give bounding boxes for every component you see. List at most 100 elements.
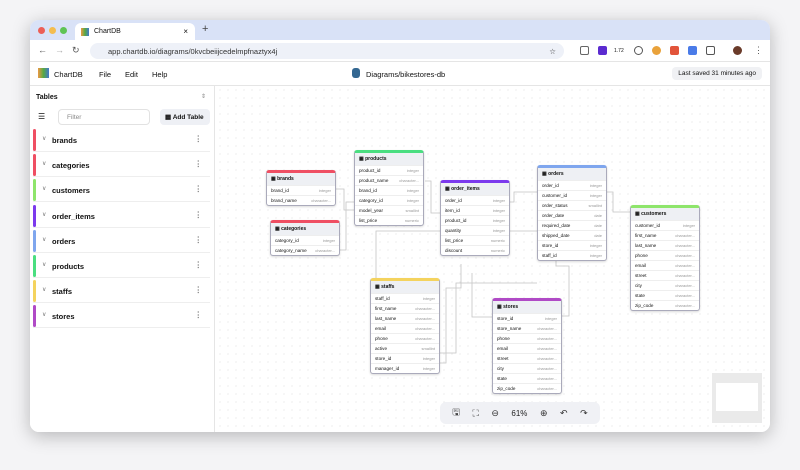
table-field[interactable]: active smallint	[371, 343, 439, 353]
zoom-out-icon[interactable]: ⊖	[491, 408, 499, 419]
eye-off-icon[interactable]	[634, 46, 643, 55]
menu-help[interactable]: Help	[152, 70, 167, 79]
table-field[interactable]: category_id integer	[355, 195, 423, 205]
cookie-icon[interactable]	[652, 46, 661, 55]
zoom-in-icon[interactable]: ⊕	[540, 408, 548, 419]
table-field[interactable]: first_name character...	[371, 303, 439, 313]
table-field[interactable]: model_year smallint	[355, 205, 423, 215]
table-field[interactable]: shipped_date date	[538, 230, 606, 240]
close-tab-icon[interactable]: ×	[183, 27, 188, 36]
more-options-icon[interactable]: ⋮	[195, 235, 203, 244]
table-field[interactable]: list_price numeric	[441, 235, 509, 245]
table-field[interactable]: phone character...	[631, 250, 699, 260]
chevron-down-icon[interactable]: ∨	[42, 311, 46, 318]
close-window-button[interactable]	[38, 27, 45, 34]
sidebar-item-customers[interactable]: ∨ customers ⋮	[33, 178, 210, 203]
minimap[interactable]	[712, 373, 762, 423]
menu-file[interactable]: File	[99, 70, 111, 79]
table-field[interactable]: email character...	[631, 260, 699, 270]
table-field[interactable]: order_id integer	[441, 195, 509, 205]
table-field[interactable]: customer_id integer	[631, 220, 699, 230]
table-field[interactable]: store_id integer	[538, 240, 606, 250]
table-field[interactable]: street character...	[493, 353, 561, 363]
table-field[interactable]: order_date date	[538, 210, 606, 220]
reload-icon[interactable]: ↻	[72, 45, 80, 56]
more-options-icon[interactable]: ⋮	[195, 184, 203, 193]
table-node-orders[interactable]: ▦ orders order_id integer customer_id intege…	[537, 165, 607, 261]
diagram-title[interactable]: Diagrams/bikestores-db	[366, 70, 445, 79]
chevron-down-icon[interactable]: ∨	[42, 286, 46, 293]
more-options-icon[interactable]: ⋮	[195, 159, 203, 168]
more-options-icon[interactable]: ⋮	[195, 134, 203, 143]
sidebar-item-categories[interactable]: ∨ categories ⋮	[33, 153, 210, 178]
minimize-window-button[interactable]	[49, 27, 56, 34]
table-node-brands[interactable]: ▦ brands brand_id integer brand_name charact…	[266, 170, 336, 206]
table-node-categories[interactable]: ▦ categories category_id integer category_n…	[270, 220, 340, 256]
table-field[interactable]: email character...	[493, 343, 561, 353]
table-field[interactable]: first_name character...	[631, 230, 699, 240]
menu-edit[interactable]: Edit	[125, 70, 138, 79]
table-field[interactable]: category_name character...	[271, 245, 339, 255]
table-field[interactable]: street character...	[631, 270, 699, 280]
sidebar-item-order_items[interactable]: ∨ order_items ⋮	[33, 204, 210, 228]
collapse-icon[interactable]: ⇕	[201, 93, 206, 100]
chevron-down-icon[interactable]: ∨	[42, 211, 46, 218]
table-field[interactable]: brand_name character...	[267, 195, 335, 205]
camera-icon[interactable]	[580, 46, 589, 55]
table-node-products[interactable]: ▦ products product_id integer product_name c…	[354, 150, 424, 226]
more-options-icon[interactable]: ⋮	[195, 285, 203, 294]
sidebar-item-products[interactable]: ∨ products ⋮	[33, 254, 210, 278]
table-field[interactable]: order_status smallint	[538, 200, 606, 210]
sidebar-item-brands[interactable]: ∨ brands ⋮	[33, 128, 210, 152]
extension-icon[interactable]	[670, 46, 679, 55]
add-table-button[interactable]: ▦ Add Table	[160, 109, 210, 125]
undo-icon[interactable]: ↶	[560, 408, 568, 419]
table-field[interactable]: state character...	[631, 290, 699, 300]
table-field[interactable]: city character...	[631, 280, 699, 290]
table-field[interactable]: list_price numeric	[355, 215, 423, 225]
table-field[interactable]: staff_id integer	[371, 293, 439, 303]
filter-input[interactable]: Filter	[58, 109, 150, 125]
table-field[interactable]: store_id integer	[493, 313, 561, 323]
url-input[interactable]: app.chartdb.io/diagrams/0kvcbeiijcedelmp…	[90, 43, 564, 59]
table-field[interactable]: order_id integer	[538, 180, 606, 190]
table-field[interactable]: last_name character...	[371, 313, 439, 323]
table-field[interactable]: discount numeric	[441, 245, 509, 255]
table-field[interactable]: state character...	[493, 373, 561, 383]
bookmark-star-icon[interactable]: ☆	[549, 47, 556, 56]
table-node-order_items[interactable]: ▦ order_items order_id integer item_id integ…	[440, 180, 510, 256]
chevron-down-icon[interactable]: ∨	[42, 236, 46, 243]
more-options-icon[interactable]: ⋮	[195, 260, 203, 269]
chevron-down-icon[interactable]: ∨	[42, 135, 46, 142]
extension-badge[interactable]: 1.72	[614, 48, 624, 54]
sidebar-item-orders[interactable]: ∨ orders ⋮	[33, 229, 210, 253]
new-tab-button[interactable]: +	[202, 23, 208, 35]
more-options-icon[interactable]: ⋮	[195, 210, 203, 219]
fit-view-icon[interactable]: ⛶	[472, 408, 478, 419]
table-field[interactable]: required_date date	[538, 220, 606, 230]
table-field[interactable]: city character...	[493, 363, 561, 373]
table-field[interactable]: product_name character...	[355, 175, 423, 185]
chevron-down-icon[interactable]: ∨	[42, 261, 46, 268]
sidebar-item-staffs[interactable]: ∨ staffs ⋮	[33, 279, 210, 304]
chevron-down-icon[interactable]: ∨	[42, 185, 46, 192]
translate-icon[interactable]	[688, 46, 697, 55]
chevron-down-icon[interactable]: ∨	[42, 160, 46, 167]
table-field[interactable]: customer_id integer	[538, 190, 606, 200]
more-options-icon[interactable]: ⋮	[195, 310, 203, 319]
table-field[interactable]: category_id integer	[271, 235, 339, 245]
extension-icon[interactable]	[598, 46, 607, 55]
table-field[interactable]: brand_id integer	[267, 185, 335, 195]
table-field[interactable]: last_name character...	[631, 240, 699, 250]
table-field[interactable]: quantity integer	[441, 225, 509, 235]
diagram-canvas[interactable]: ▦ brands brand_id integer brand_name charact…	[216, 86, 770, 432]
table-field[interactable]: staff_id integer	[538, 250, 606, 260]
table-field[interactable]: brand_id integer	[355, 185, 423, 195]
table-field[interactable]: store_id integer	[371, 353, 439, 363]
table-field[interactable]: zip_code character...	[631, 300, 699, 310]
back-icon[interactable]: ←	[38, 45, 47, 55]
menu-kebab-icon[interactable]: ⋮	[754, 45, 763, 56]
table-node-stores[interactable]: ▦ stores store_id integer store_name charact…	[492, 298, 562, 394]
table-field[interactable]: store_name character...	[493, 323, 561, 333]
redo-icon[interactable]: ↷	[580, 408, 588, 419]
